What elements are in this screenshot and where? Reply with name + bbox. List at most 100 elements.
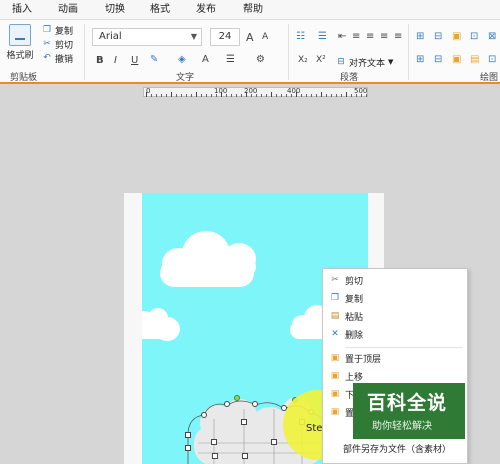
ruler-tick — [151, 94, 152, 97]
align-center-icon[interactable]: ≡ — [366, 31, 374, 42]
ungroup-icon[interactable]: ▤ — [470, 54, 479, 65]
ruler-tick — [146, 92, 147, 97]
align-text-button[interactable]: ⊟ 对齐文本 ▼ — [336, 56, 394, 69]
ruler-tick — [176, 94, 177, 97]
font-family-select[interactable]: Arial ▼ — [92, 28, 202, 46]
menu-help[interactable]: 帮助 — [243, 0, 263, 20]
menu-format[interactable]: 格式 — [150, 0, 170, 20]
font-color-icon[interactable]: A — [202, 54, 209, 65]
ruler-tick — [236, 94, 237, 97]
copy-button[interactable]: ❐ 复制 — [42, 24, 73, 37]
ruler-tick — [301, 94, 302, 97]
bold-button[interactable]: B — [96, 55, 104, 66]
ruler-tick — [326, 94, 327, 97]
paste-icon: ▤ — [330, 311, 340, 321]
justify-icon[interactable]: ≡ — [394, 31, 402, 42]
vertex-handle[interactable] — [252, 401, 258, 407]
ruler-tick — [286, 94, 287, 97]
ruler-tick — [281, 94, 282, 97]
context-menu-label: 置于顶层 — [345, 355, 382, 365]
bullet-list-icon[interactable]: ☷ — [296, 31, 305, 42]
effects-icon[interactable]: ⚙ — [256, 54, 265, 65]
align-left-icon[interactable]: ≡ — [352, 31, 360, 42]
resize-handle[interactable] — [211, 439, 217, 445]
menu-insert[interactable]: 插入 — [12, 0, 32, 20]
bring-forward-icon[interactable]: ⊞ — [416, 54, 424, 65]
context-menu-item-bring-front[interactable]: ▣ 置于顶层 — [323, 349, 469, 367]
watermark-title: 百科全说 — [367, 392, 448, 414]
menu-animation[interactable]: 动画 — [58, 0, 78, 20]
scissors-icon: ✂ — [43, 39, 51, 49]
context-menu-item-copy[interactable]: ❐ 复制 — [323, 289, 469, 307]
undo-icon: ↶ — [43, 53, 51, 63]
shrink-font-icon[interactable]: A — [262, 32, 268, 42]
ruler-tick — [271, 92, 272, 97]
ruler-tick — [331, 94, 332, 97]
decrease-indent-icon[interactable]: ⇤ — [338, 31, 346, 42]
rotate-handle[interactable] — [234, 395, 240, 401]
ruler-tick — [306, 94, 307, 97]
undo-button[interactable]: ↶ 撤销 — [42, 52, 73, 65]
context-menu-item-paste[interactable]: ▤ 粘贴 — [323, 307, 469, 325]
cut-button[interactable]: ✂ 剪切 — [42, 38, 73, 51]
ruler-tick — [166, 94, 167, 97]
context-menu-label: 粘贴 — [345, 313, 364, 323]
resize-handle[interactable] — [212, 453, 218, 459]
arrange-icon[interactable]: ▣ — [452, 31, 461, 42]
ruler-tick — [336, 94, 337, 97]
superscript-button[interactable]: X² — [316, 55, 326, 65]
ruler-tick — [366, 94, 367, 97]
ruler-tick — [201, 94, 202, 97]
grow-font-icon[interactable]: A — [246, 31, 254, 44]
ruler-tick — [226, 94, 227, 97]
vertex-handle[interactable] — [201, 412, 207, 418]
send-backward-icon[interactable]: ⊟ — [434, 54, 442, 65]
ruler-tick — [321, 92, 322, 97]
ruler-tick — [161, 94, 162, 97]
ruler-tick — [196, 92, 197, 97]
numbered-list-icon[interactable]: ☰ — [318, 31, 327, 42]
group-icon[interactable]: ⊡ — [470, 31, 478, 42]
vertex-handle[interactable] — [224, 401, 230, 407]
menu-transition[interactable]: 切换 — [105, 0, 125, 20]
fill-color-icon[interactable]: ◈ — [178, 54, 186, 65]
context-menu-item-save-as[interactable]: 部件另存为文件（含素材） — [323, 439, 469, 457]
underline-button[interactable]: U — [131, 55, 138, 66]
format-painter-button[interactable]: 格式刷 — [4, 24, 36, 66]
bring-front-icon: ▣ — [330, 353, 340, 363]
context-menu-label: 上移 — [345, 373, 364, 383]
align-text-label: 对齐文本 — [349, 58, 386, 69]
resize-handle[interactable] — [185, 432, 191, 438]
subscript-button[interactable]: X₂ — [298, 55, 308, 65]
context-menu-item-cut[interactable]: ✂ 剪切 — [323, 271, 469, 289]
flip-icon[interactable]: ⊡ — [488, 54, 496, 65]
italic-button[interactable]: I — [114, 55, 117, 66]
chevron-down-icon: ▼ — [388, 58, 394, 66]
menu-publish[interactable]: 发布 — [196, 0, 216, 20]
align-objects-icon[interactable]: ⊞ — [416, 31, 424, 42]
resize-handle[interactable] — [271, 439, 277, 445]
context-menu-item-delete[interactable]: ✕ 删除 — [323, 325, 469, 343]
ruler-tick — [296, 92, 297, 97]
ruler-tick — [246, 92, 247, 97]
ruler-tick — [356, 94, 357, 97]
highlight-icon[interactable]: ✎ — [150, 54, 158, 65]
rotate-icon[interactable]: ⊠ — [488, 31, 496, 42]
resize-handle[interactable] — [242, 453, 248, 459]
font-family-value: Arial — [99, 31, 122, 42]
ruler-tick — [206, 94, 207, 97]
resize-handle[interactable] — [185, 445, 191, 451]
ruler-label: 400 — [287, 87, 301, 95]
text-group-label: 文字 — [176, 73, 195, 83]
distribute-icon[interactable]: ⊟ — [434, 31, 442, 42]
ribbon-toolbar: 格式刷 ❐ 复制 ✂ 剪切 ↶ 撤销 剪贴板 Arial ▼ 24 A A B … — [0, 20, 500, 84]
align-right-icon[interactable]: ≡ — [380, 31, 388, 42]
menu-bar: 插入 动画 切换 格式 发布 帮助 — [0, 0, 500, 20]
ruler-tick — [231, 94, 232, 97]
font-size-input[interactable]: 24 — [210, 28, 240, 46]
line-style-icon[interactable]: ☰ — [226, 54, 235, 65]
layer-icon[interactable]: ▣ — [452, 54, 461, 65]
ruler-tick — [361, 94, 362, 97]
resize-handle[interactable] — [241, 419, 247, 425]
ruler-tick — [181, 94, 182, 97]
